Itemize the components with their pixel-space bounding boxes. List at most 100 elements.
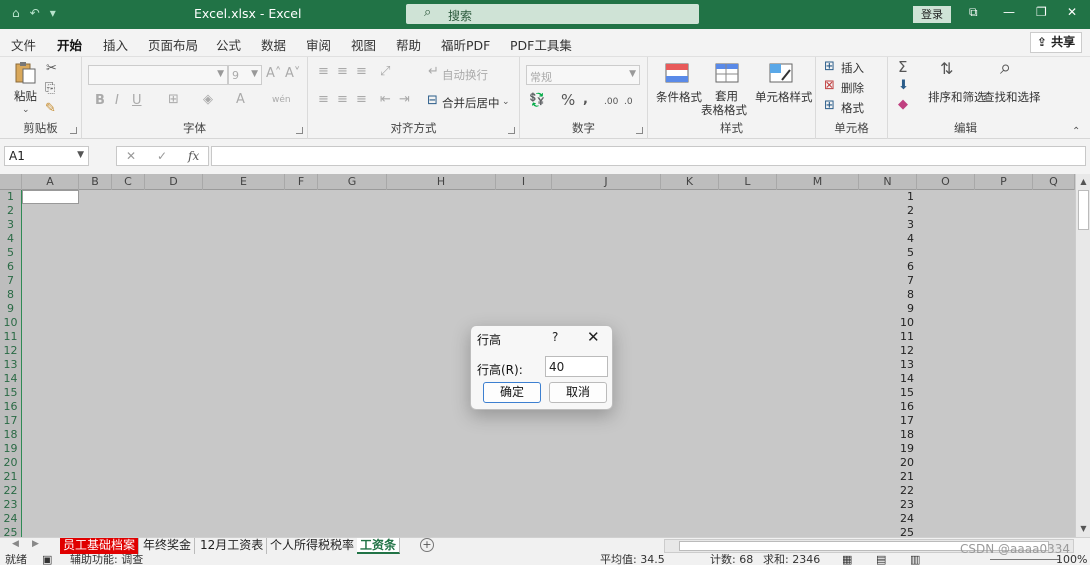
column-header[interactable]: J	[552, 174, 661, 190]
column-header[interactable]: O	[917, 174, 975, 190]
select-all-corner[interactable]	[0, 174, 22, 190]
copy-icon[interactable]: ⎘	[45, 82, 55, 96]
prev-sheet-icon[interactable]: ◀	[12, 539, 19, 549]
close-window-icon[interactable]: ✕	[1067, 5, 1077, 19]
column-header[interactable]: E	[203, 174, 285, 190]
row-header[interactable]: 19	[0, 442, 21, 456]
row-header[interactable]: 4	[0, 232, 21, 246]
cell-value[interactable]: 21	[884, 470, 914, 484]
minimize-icon[interactable]: —	[1003, 5, 1015, 19]
cell-value[interactable]: 25	[884, 526, 914, 537]
delete-cells-button[interactable]: 删除	[841, 80, 864, 96]
column-header[interactable]: L	[719, 174, 777, 190]
tab-review[interactable]: 审阅	[306, 35, 331, 54]
alignment-launcher-icon[interactable]	[508, 127, 515, 134]
column-header[interactable]: D	[145, 174, 203, 190]
scroll-down-icon[interactable]: ▼	[1077, 524, 1090, 533]
cell-value[interactable]: 7	[884, 274, 914, 288]
clipboard-launcher-icon[interactable]	[70, 127, 77, 134]
row-header[interactable]: 1	[0, 190, 21, 204]
add-sheet-icon[interactable]: +	[420, 538, 434, 552]
increase-font-icon[interactable]: A˄	[266, 67, 281, 81]
tab-foxit-pdf[interactable]: 福昕PDF	[441, 35, 490, 54]
zoom-slider[interactable]	[990, 559, 1060, 560]
cell-value[interactable]: 12	[884, 344, 914, 358]
font-name-combo[interactable]: ▼	[88, 65, 228, 85]
increase-indent-icon[interactable]: ⇥	[399, 93, 410, 107]
tab-view[interactable]: 视图	[351, 35, 376, 54]
format-painter-icon[interactable]: ✎	[45, 102, 56, 116]
help-icon[interactable]: ?	[552, 330, 558, 344]
column-header[interactable]: G	[318, 174, 387, 190]
autosum-icon[interactable]: Σ	[898, 60, 907, 75]
column-header[interactable]: F	[285, 174, 318, 190]
customize-qat-icon[interactable]: ▾	[50, 6, 56, 20]
row-header[interactable]: 16	[0, 400, 21, 414]
font-color-icon[interactable]: A	[236, 93, 245, 107]
page-layout-view-icon[interactable]: ▤	[876, 554, 886, 565]
sheet-tab[interactable]: 个人所得税税率	[267, 538, 359, 554]
row-header[interactable]: 8	[0, 288, 21, 302]
cell-value[interactable]: 9	[884, 302, 914, 316]
cell-value[interactable]: 15	[884, 386, 914, 400]
macro-record-icon[interactable]: ▣	[42, 554, 52, 565]
increase-decimal-icon[interactable]: .00	[604, 95, 618, 109]
row-header[interactable]: 12	[0, 344, 21, 358]
cancel-button[interactable]: 取消	[549, 382, 607, 403]
decrease-indent-icon[interactable]: ⇤	[380, 93, 391, 107]
undo-icon[interactable]: ↶	[30, 6, 40, 20]
percent-icon[interactable]: %	[561, 93, 575, 108]
cell-value[interactable]: 5	[884, 246, 914, 260]
cell-value[interactable]: 14	[884, 372, 914, 386]
cell-value[interactable]: 13	[884, 358, 914, 372]
cell-value[interactable]: 23	[884, 498, 914, 512]
autosave-icon[interactable]: ⌂	[12, 6, 20, 20]
cell-value[interactable]: 20	[884, 456, 914, 470]
row-header[interactable]: 25	[0, 526, 21, 537]
accounting-format-icon[interactable]: 💱	[529, 94, 545, 108]
comma-style-icon[interactable]: ,	[583, 93, 588, 107]
row-header[interactable]: 14	[0, 372, 21, 386]
cell-value[interactable]: 2	[884, 204, 914, 218]
row-header[interactable]: 18	[0, 428, 21, 442]
font-launcher-icon[interactable]	[296, 127, 303, 134]
decrease-font-icon[interactable]: A˅	[285, 67, 300, 81]
insert-cells-button[interactable]: 插入	[841, 60, 864, 76]
confirm-entry-icon[interactable]: ✓	[157, 149, 167, 163]
vertical-scroll-thumb[interactable]	[1078, 190, 1089, 230]
row-header[interactable]: 5	[0, 246, 21, 260]
tab-pdf-tools[interactable]: PDF工具集	[510, 35, 572, 54]
row-header[interactable]: 2	[0, 204, 21, 218]
cell-value[interactable]: 18	[884, 428, 914, 442]
row-header[interactable]: 6	[0, 260, 21, 274]
column-header[interactable]: I	[496, 174, 552, 190]
column-header[interactable]: B	[79, 174, 112, 190]
column-header[interactable]: P	[975, 174, 1033, 190]
sheet-tab[interactable]: 年终奖金	[140, 538, 196, 554]
tab-data[interactable]: 数据	[261, 35, 286, 54]
column-header[interactable]: A	[22, 174, 79, 190]
orientation-icon[interactable]: ⤢	[380, 65, 390, 79]
number-launcher-icon[interactable]	[636, 127, 643, 134]
number-format-combo[interactable]: 常规 ▼	[526, 65, 640, 85]
ribbon-display-options-icon[interactable]: ⧉	[969, 5, 978, 20]
formula-input[interactable]	[211, 146, 1086, 166]
share-button[interactable]: ⇪ 共享	[1030, 32, 1082, 53]
close-icon[interactable]: ✕	[587, 328, 600, 346]
merge-dropdown-icon[interactable]: ⌄	[502, 95, 510, 109]
fill-icon[interactable]: ⬇	[898, 79, 909, 93]
wrap-text-button[interactable]: 自动换行	[442, 67, 488, 83]
format-as-table-line2[interactable]: 表格格式	[701, 102, 747, 118]
column-header[interactable]: H	[387, 174, 496, 190]
column-header[interactable]: M	[777, 174, 859, 190]
paste-button[interactable]: 粘贴	[14, 88, 37, 104]
paste-dropdown-icon[interactable]: ⌄	[22, 103, 30, 117]
font-size-combo[interactable]: 9 ▼	[228, 65, 262, 85]
sheet-tab[interactable]: 12月工资表	[197, 538, 268, 554]
row-header[interactable]: 7	[0, 274, 21, 288]
sheet-tab[interactable]: 员工基础档案	[60, 538, 140, 554]
collapse-ribbon-icon[interactable]: ⌃	[1072, 125, 1080, 139]
row-header[interactable]: 11	[0, 330, 21, 344]
selected-cell-a1[interactable]	[22, 190, 79, 204]
column-header[interactable]: C	[112, 174, 145, 190]
